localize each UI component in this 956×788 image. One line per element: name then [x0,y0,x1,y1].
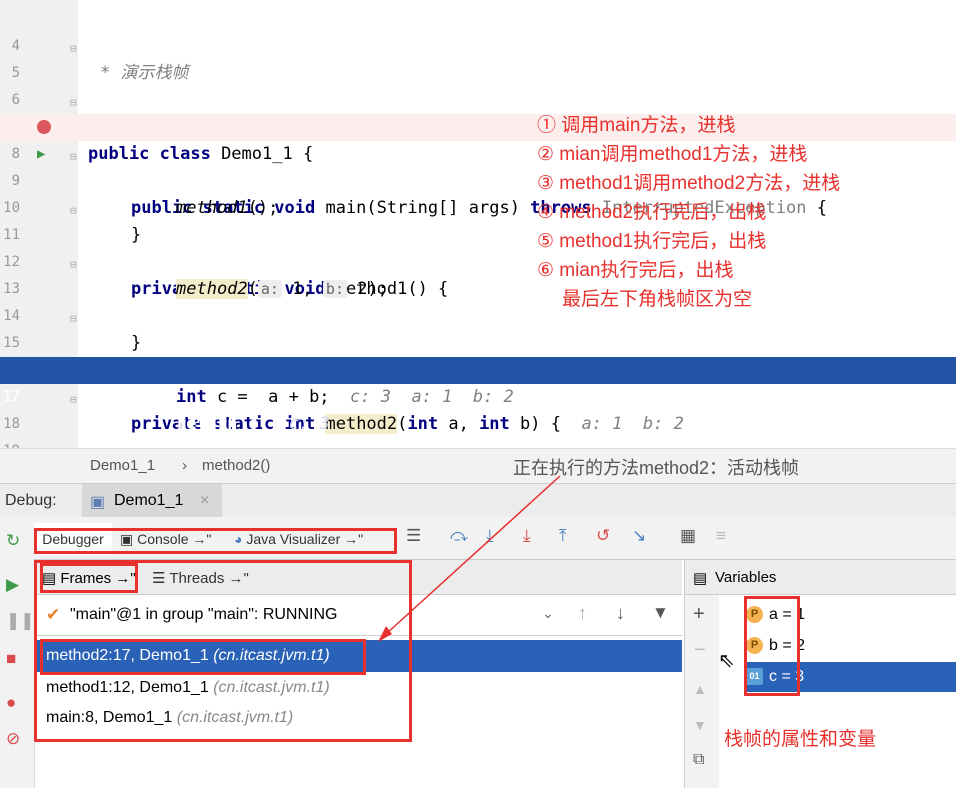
annotation-arrow-line [385,475,561,635]
annotation-arrow-head [378,626,392,642]
annotation-arrow [378,475,561,642]
